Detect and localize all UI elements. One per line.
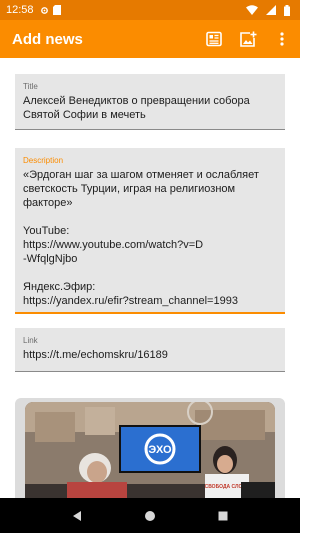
battery-icon bbox=[284, 4, 290, 16]
more-vert-icon[interactable] bbox=[272, 27, 292, 51]
back-icon[interactable] bbox=[63, 502, 91, 530]
link-field[interactable]: Link https://t.me/echomskru/16189 bbox=[15, 328, 285, 372]
settings-icon bbox=[40, 6, 49, 15]
title-field-value[interactable]: Алексей Венедиктов о превращении собора … bbox=[23, 94, 277, 122]
recents-icon[interactable] bbox=[209, 502, 237, 530]
description-field[interactable]: Description «Эрдоган шаг за шагом отменя… bbox=[15, 148, 285, 314]
title-field-label: Title bbox=[23, 82, 38, 91]
system-nav-bar bbox=[0, 498, 300, 533]
news-list-icon[interactable] bbox=[204, 27, 224, 51]
add-image-icon[interactable] bbox=[238, 27, 258, 51]
status-time: 12:58 bbox=[6, 4, 34, 16]
status-right-icons bbox=[246, 4, 294, 16]
home-icon[interactable] bbox=[136, 502, 164, 530]
status-bar: 12:58 bbox=[0, 0, 300, 20]
sd-card-icon bbox=[52, 5, 61, 15]
link-field-value[interactable]: https://t.me/echomskru/16189 bbox=[23, 348, 277, 362]
title-field[interactable]: Title Алексей Венедиктов о превращении с… bbox=[15, 74, 285, 130]
app-bar-actions bbox=[204, 27, 292, 51]
wifi-icon bbox=[246, 5, 258, 15]
signal-icon bbox=[266, 5, 276, 15]
description-field-value[interactable]: «Эрдоган шаг за шагом отменяет и ослабля… bbox=[23, 168, 277, 308]
description-field-label: Description bbox=[23, 156, 64, 165]
link-field-label: Link bbox=[23, 336, 38, 345]
form-content: Title Алексей Венедиктов о превращении с… bbox=[0, 58, 300, 498]
preview-scene: ЭХО СВОБОДА СЛОВА bbox=[25, 402, 275, 498]
image-preview-card[interactable]: ЭХО СВОБОДА СЛОВА bbox=[15, 398, 285, 498]
app-bar: Add news bbox=[0, 20, 300, 58]
page-title: Add news bbox=[12, 30, 83, 48]
preview-image: ЭХО СВОБОДА СЛОВА bbox=[25, 402, 275, 498]
preview-logo-text: ЭХО bbox=[148, 444, 172, 456]
